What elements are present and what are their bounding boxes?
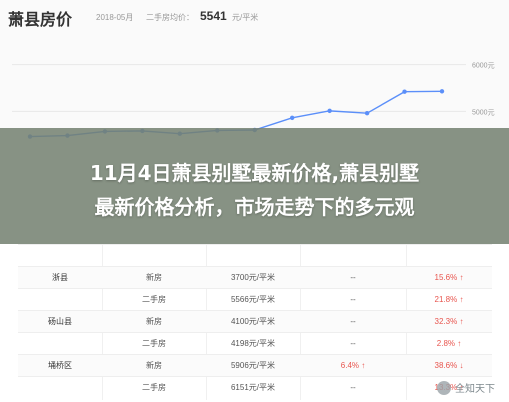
y-tick-label: 6000元 [472,62,495,70]
price-unit: 元/平米 [232,13,259,22]
change-cell: 2.8% ↑ [436,339,462,348]
area-cell: 砀山县 [48,317,72,326]
change-cell [406,245,492,267]
headline-line-2: 最新价格分析，市场走势下的多元观 [94,195,415,219]
area-cell [18,377,102,399]
price-cell [206,245,300,267]
area-cell [18,245,102,267]
change-cell: 32.3% ↑ [434,317,464,326]
data-point [364,111,370,116]
price-cell: 5566元/平米 [230,295,276,304]
watermark: 全知天下 [435,378,505,398]
y-tick-label: 5000元 [472,108,495,116]
data-point [402,89,407,94]
watermark-logo-icon: 全知天下 [437,381,495,395]
price-value: 5541 [200,9,227,23]
type-cell: 二手房 [142,339,166,348]
date-label: 2018-05月 [96,13,134,22]
trend-cell: -- [350,383,356,392]
table-row: 砀山县 新房 4100元/平米 -- 32.3% ↑ [18,310,492,333]
table-row: 二手房6151元/平米--13.3% ↑ [18,376,492,399]
price-cell: 4198元/平米 [230,339,276,348]
table-row: 埇桥区 新房 5906元/平米 6.4% ↑ 38.6% ↓ [18,354,492,377]
trend-cell: 6.4% ↑ [340,361,366,370]
price-cell: 4100元/平米 [230,317,276,326]
change-cell: 15.6% ↑ [434,273,464,282]
area-cell: 埇桥区 [48,361,72,370]
trend-cell: -- [350,273,356,282]
price-cell: 5906元/平米 [230,361,276,370]
trend-cell: -- [350,339,356,348]
area-cell [18,289,102,311]
data-point [327,108,332,114]
data-point [289,115,295,121]
price-table: 浙县 新房 3700元/平米 -- 15.6% ↑ 二手房 5566元/平米 -- 21.8% … [0,244,509,400]
headline: 11月4日萧县别墅最新价格,萧县别墅 最新价格分析，市场走势下的多元观 [0,156,509,224]
price-cell: 3700元/平米 [230,273,276,282]
headline-line-1: 11月4日萧县别墅最新价格,萧县别墅 [89,161,420,185]
price-label: 二手房均价： [146,13,194,22]
type-cell: 新房 [146,317,162,326]
area-cell: 浙县 [52,273,68,282]
area-cell [18,333,102,355]
type-cell [102,245,206,267]
page-title: 萧县房价 [8,10,73,29]
table-row: 浙县 新房 3700元/平米 -- 15.6% ↑ [18,266,492,289]
svg-text:全知天下: 全知天下 [455,382,495,395]
type-cell: 二手房 [142,383,166,392]
table-row [18,244,492,267]
trend-cell [300,245,406,267]
table-row: 二手房 4198元/平米 -- 2.8% ↑ [18,332,492,355]
change-cell: 38.6% ↓ [434,361,464,370]
trend-cell: -- [350,317,356,326]
y-ticks: 5000元 6000元 [472,62,495,117]
trend-cell: -- [350,295,356,304]
chart-grid [12,64,466,112]
data-point [439,89,445,94]
table-row: 二手房 5566元/平米 -- 21.8% ↑ [18,288,492,311]
type-cell: 二手房 [142,295,166,304]
table-body: 浙县 新房 3700元/平米 -- 15.6% ↑ 二手房 5566元/平米 -- 21.8% … [18,244,492,400]
type-cell: 新房 [146,273,162,282]
change-cell: 21.8% ↑ [434,295,464,304]
price-cell: 6151元/平米 [230,383,276,392]
type-cell: 新房 [146,361,162,370]
